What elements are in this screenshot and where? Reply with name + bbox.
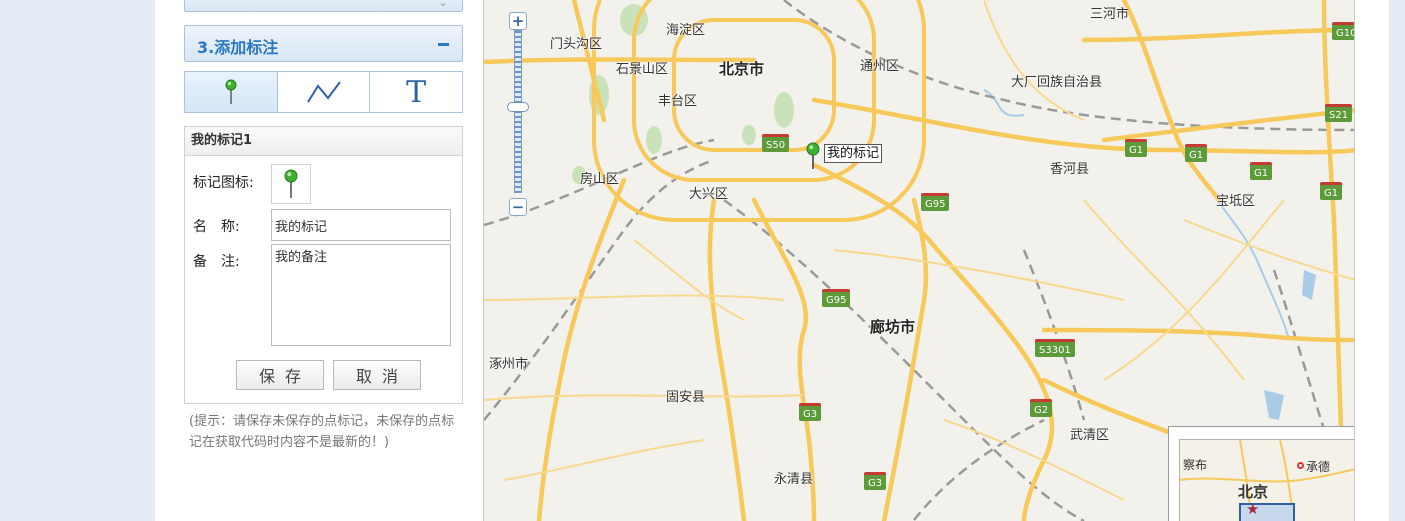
overview-map[interactable]: 察布 承德 北京 ★ [1168,426,1354,521]
place-label: 永清县 [774,472,814,487]
polyline-icon [306,81,341,103]
section-title: 3.添加标注 [197,38,279,57]
city-dot-icon [1297,462,1304,469]
place-label: 宝坻区 [1216,194,1256,209]
place-label: 固安县 [666,390,706,405]
hint-text: (提示：请保存未保存的点标记，未保存的点标记在获取代码时内容不是最新的！) [189,414,455,450]
name-label: 名 称: [193,219,240,235]
highway-shield: G1 [1250,162,1273,180]
drawing-toolbar: T [184,71,463,113]
marker-label[interactable]: 我的标记 [824,144,883,163]
save-button[interactable]: 保存 [236,360,324,390]
text-tool-button[interactable]: T [370,72,462,112]
section-add-marker-header[interactable]: 3.添加标注 [184,25,463,62]
highway-shield: G95 [921,193,950,211]
capital-star-icon: ★ [1246,500,1260,518]
marker-note-textarea[interactable]: 我的备注 [271,244,451,346]
place-label: 通州区 [860,59,900,74]
overview-label: 承德 [1306,460,1331,474]
place-label: 大兴区 [689,187,729,202]
highway-shield: G2 [1030,399,1053,417]
place-label: 北京市 [719,60,765,78]
pin-icon [225,79,237,104]
place-label: 石景山区 [616,62,669,77]
highway-shield: G10 [1332,22,1354,40]
left-panel: ⌄ 3.添加标注 T 我的标记1 标记图标: 名 称: 我的标记 备 注: 我的… [184,0,463,521]
zoom-in-button[interactable]: + [509,12,527,30]
highway-shield: G95 [822,289,851,307]
page: ⌄ 3.添加标注 T 我的标记1 标记图标: 名 称: 我的标记 备 注: 我的… [155,0,1389,521]
highway-shield: G3 [799,403,822,421]
place-label: 门头沟区 [550,37,603,52]
marker-icon-picker[interactable] [271,164,311,204]
overview-map-inner: 察布 承德 北京 ★ [1179,439,1354,521]
collapse-minus-icon[interactable] [438,43,449,46]
marker-tool-button[interactable] [185,72,278,112]
zoom-control: + − [507,0,529,218]
place-label: 大厂回族自治县 [1011,75,1103,90]
place-label: 房山区 [580,172,620,187]
zoom-slider-thumb[interactable] [507,102,529,112]
place-label: 三河市 [1090,7,1130,22]
text-icon: T [406,74,427,110]
pin-icon [284,169,298,198]
highway-shield: S50 [762,134,790,152]
icon-label: 标记图标: [193,175,254,191]
section-map-settings-header[interactable]: ⌄ [184,0,463,12]
highway-shield: G3 [864,472,887,490]
place-label: 香河县 [1050,162,1090,177]
highway-shield: G1 [1125,139,1148,157]
marker-name-input[interactable] [271,209,451,241]
note-label: 备 注: [193,254,240,270]
map-marker-pin-icon[interactable] [805,142,821,170]
overview-label: 北京 [1238,483,1269,501]
place-label: 海淀区 [666,23,706,38]
overview-label: 察布 [1183,458,1208,472]
cancel-button[interactable]: 取消 [333,360,421,390]
place-label: 廊坊市 [870,318,916,336]
place-label: 武清区 [1070,428,1110,443]
highway-shield: S3301 [1035,339,1075,357]
marker-editor-title: 我的标记1 [185,127,462,156]
line-tool-button[interactable] [278,72,371,112]
highway-shield: S21 [1325,104,1353,122]
marker-editor: 我的标记1 标记图标: 名 称: 备 注: 我的备注 保存 取消 [184,126,463,404]
highway-shield: G1 [1185,144,1208,162]
highway-shield: G1 [1320,182,1343,200]
zoom-out-button[interactable]: − [509,198,527,216]
collapse-icon: ⌄ [437,0,448,9]
map-view[interactable]: 海淀区 门头沟区 石景山区 北京市 通州区 丰台区 房山区 大兴区 大厂回族自治… [483,0,1355,521]
place-label: 涿州市 [489,357,529,372]
place-label: 丰台区 [658,94,698,109]
